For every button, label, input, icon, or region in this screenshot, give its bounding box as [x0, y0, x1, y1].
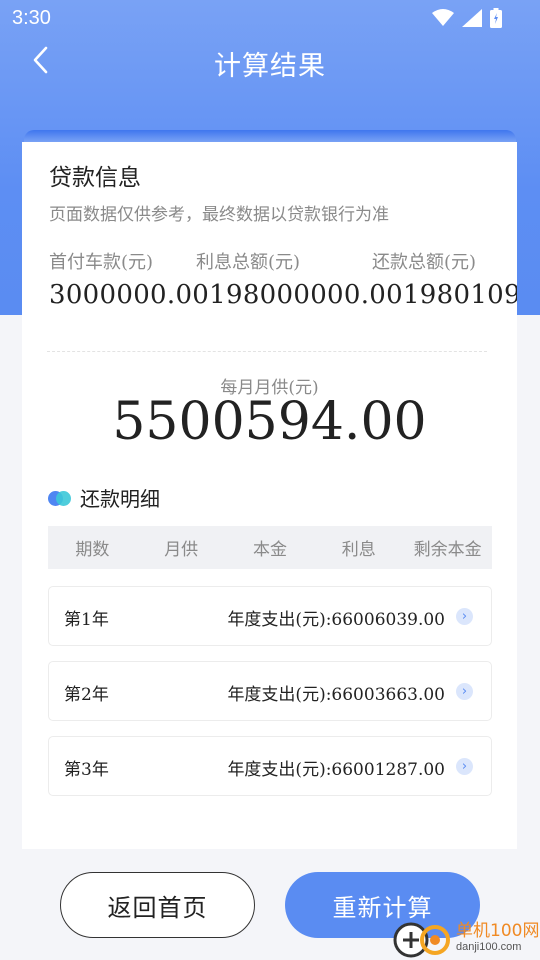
loan-values: 3000000.00198000000.00198010989.00 — [49, 280, 517, 310]
repayment-total-label: 还款总额(元) — [372, 252, 477, 273]
loan-info-subtitle: 页面数据仅供参考，最终数据以贷款银行为准 — [49, 205, 389, 225]
year-label: 第1年 — [64, 610, 109, 630]
column-header-principal: 本金 — [252, 540, 287, 560]
year-amount: 年度支出(元):66001287.00 — [227, 760, 445, 780]
year-amount: 年度支出(元):66006039.00 — [227, 610, 445, 630]
watermark: 单机100网 danji100.com — [392, 915, 540, 960]
interest-total-label: 利息总额(元) — [196, 252, 301, 273]
result-card: 贷款信息 页面数据仅供参考，最终数据以贷款银行为准 首付车款(元) 利息总额(元… — [22, 142, 517, 849]
watermark-name: 单机100网 — [456, 920, 540, 941]
page-title: 计算结果 — [214, 51, 326, 82]
dashed-divider — [47, 351, 487, 352]
year-label: 第3年 — [64, 760, 109, 780]
chevron-right-icon[interactable]: › — [456, 758, 473, 775]
column-header-monthly: 月供 — [164, 540, 199, 560]
details-section-header: 还款明细 — [48, 483, 160, 512]
status-bar: 3:30 — [0, 0, 540, 36]
back-to-home-button[interactable]: 返回首页 — [60, 872, 255, 938]
details-title: 还款明细 — [80, 487, 160, 511]
signal-icon — [462, 9, 482, 27]
column-header-interest: 利息 — [341, 540, 376, 560]
year-row-3[interactable]: 第3年 年度支出(元):66001287.00 › — [48, 736, 492, 796]
battery-icon — [490, 8, 502, 28]
chevron-right-icon[interactable]: › — [456, 608, 473, 625]
details-table-header: 期数 月供 本金 利息 剩余本金 — [48, 526, 492, 569]
year-label: 第2年 — [64, 685, 109, 705]
chevron-right-icon[interactable]: › — [456, 683, 473, 700]
year-row-2[interactable]: 第2年 年度支出(元):66003663.00 › — [48, 661, 492, 721]
column-header-remaining: 剩余本金 — [413, 540, 482, 560]
column-header-period: 期数 — [75, 540, 110, 560]
watermark-logo-icon — [392, 917, 454, 959]
loan-info-title: 贷款信息 — [49, 165, 141, 191]
section-dots-icon — [48, 490, 72, 506]
year-amount: 年度支出(元):66003663.00 — [227, 685, 445, 705]
status-icons — [432, 8, 502, 28]
watermark-url: danji100.com — [456, 940, 522, 953]
down-payment-label: 首付车款(元) — [49, 252, 154, 273]
status-time: 3:30 — [12, 7, 51, 29]
year-row-1[interactable]: 第1年 年度支出(元):66006039.00 › — [48, 586, 492, 646]
monthly-payment-value: 5500594.00 — [112, 392, 427, 452]
wifi-icon — [432, 9, 454, 26]
